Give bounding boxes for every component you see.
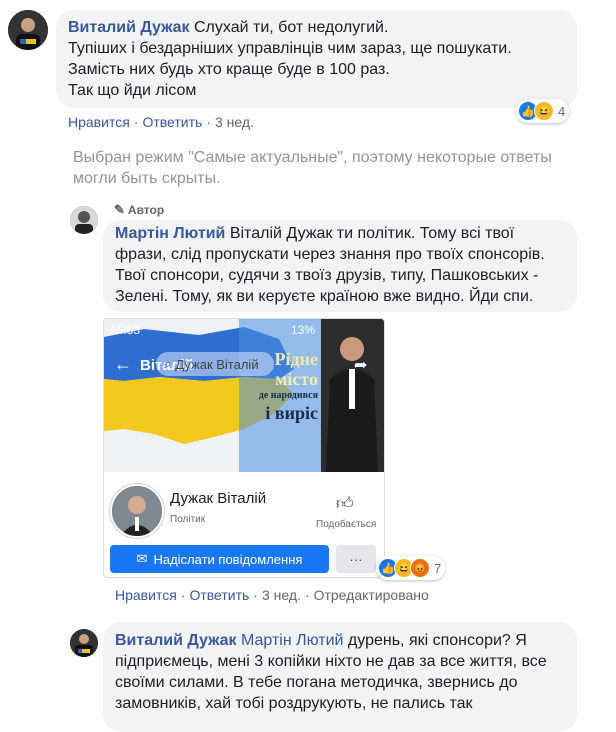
pencil-icon: ✎ — [114, 202, 125, 217]
like-link[interactable]: Нравится — [115, 587, 177, 603]
banner-text: Рідне місто де народився і виріс — [254, 349, 318, 423]
search-icon: ⌕ — [164, 356, 172, 371]
reaction-count: 7 — [434, 560, 442, 576]
comment-actions: Нравится · Ответить · 3 нед. · Отредакти… — [115, 587, 429, 603]
send-message-button[interactable]: ✉ Надіслати повідомлення — [110, 545, 329, 573]
comment-body: Виталий Дужак Мартін Лютий дурень, які с… — [115, 630, 575, 714]
banner-line: і виріс — [265, 403, 318, 423]
search-text: Дужак Віталій — [175, 356, 259, 372]
comment-line: своїми силами. В тебе погана методичка, … — [115, 674, 518, 691]
banner-line: де народився — [258, 390, 318, 401]
status-bar: 15:53 13% — [104, 319, 321, 341]
reaction-summary[interactable]: 👍 😆 4 — [516, 99, 570, 123]
comment-line: фрази, слід пропускати через знання про … — [115, 246, 545, 263]
reply-link[interactable]: Ответить — [142, 114, 202, 130]
timestamp[interactable]: 3 нед. — [215, 114, 254, 130]
separator: · — [206, 114, 211, 130]
profile-photo-image — [112, 486, 162, 536]
author-badge: ✎ Автор — [114, 202, 164, 218]
timestamp[interactable]: 3 нед. — [262, 587, 301, 603]
avatar-photo — [70, 629, 98, 657]
separator: · — [304, 587, 310, 603]
send-message-label: Надіслати повідомлення — [153, 551, 303, 567]
comment-author[interactable]: Виталий Дужак — [115, 632, 237, 649]
comment-line: Зелені. Тому, як ви керуєте країною вже … — [115, 288, 534, 305]
mention-link[interactable]: Мартін Лютий — [241, 632, 343, 649]
banner-line: місто — [275, 369, 318, 389]
comment-body: Мартін Лютий Віталій Дужак ти політик. Т… — [115, 223, 575, 307]
separator: · — [180, 587, 186, 603]
comment-line: дурень, які спонсори? Я — [347, 632, 527, 649]
comment-actions: Нравится · Ответить · 3 нед. — [68, 114, 254, 130]
avatar[interactable] — [70, 206, 98, 234]
comment-bubble: Виталий Дужак Мартін Лютий дурень, які с… — [103, 622, 577, 732]
reaction-summary[interactable]: 👍 😆 😡 7 — [376, 556, 446, 580]
banner-line: Рідне — [274, 349, 318, 369]
share-icon[interactable]: ➦ — [354, 355, 367, 375]
comment-line: замовників, хай тобі роздрукують, не пал… — [115, 695, 473, 712]
reaction-count: 4 — [558, 103, 566, 119]
comment-line: Так що йди лісом — [68, 82, 197, 99]
haha-icon: 😆 — [534, 101, 554, 121]
cover-banner: 15:53 13% ← Віталій ⌕ Дужак Віталій ➦ Рі… — [104, 319, 384, 472]
comment-body: Виталий Дужак Слухай ти, бот недолугий. … — [68, 17, 568, 101]
comment-bubble: Мартін Лютий Віталій Дужак ти політик. Т… — [103, 220, 577, 312]
profile-role: Політик — [170, 514, 206, 525]
avatar[interactable] — [8, 10, 48, 50]
avatar-photo — [8, 10, 48, 50]
filter-notice: Выбран режим "Самые актуальные", поэтому… — [73, 147, 593, 189]
comment-line: Слухай ти, бот недолугий. — [194, 19, 389, 36]
comment-line: Віталій Дужак ти політик. Тому всі твої — [229, 225, 515, 242]
avatar[interactable] — [70, 629, 98, 657]
profile-name: Дужак Віталій — [170, 490, 267, 507]
comment-line: підприємець, мені 3 копійки ніхто не дав… — [115, 653, 547, 670]
comment-author[interactable]: Виталий Дужак — [68, 19, 190, 36]
comment-line: Твої спонсори, судячи з твоїз друзів, ти… — [115, 267, 539, 284]
notice-line: могли быть скрыты. — [73, 170, 221, 187]
messenger-icon: ✉ — [136, 551, 148, 566]
attached-screenshot[interactable]: 15:53 13% ← Віталій ⌕ Дужак Віталій ➦ Рі… — [103, 318, 385, 578]
like-page-icon[interactable]: 👍︎ — [336, 493, 354, 514]
separator: · — [253, 587, 258, 603]
more-button[interactable]: ··· — [336, 545, 376, 573]
status-battery: 13% — [290, 323, 315, 337]
notice-line: Выбран режим "Самые актуальные", поэтому… — [73, 149, 552, 166]
back-arrow-icon[interactable]: ← — [114, 354, 132, 375]
ukraine-map — [104, 319, 384, 472]
angry-icon: 😡 — [410, 558, 430, 578]
separator: · — [133, 114, 139, 130]
comment-bubble: Виталий Дужак Слухай ти, бот недолугий. … — [56, 10, 577, 108]
edited-label[interactable]: Отредактировано — [314, 587, 429, 603]
comment-line: Замість них будь хто краще буде в 100 ра… — [68, 61, 390, 78]
status-time: 15:53 — [110, 323, 141, 337]
avatar-photo — [70, 206, 98, 234]
author-badge-label: Автор — [127, 203, 165, 217]
reply-link[interactable]: Ответить — [189, 587, 249, 603]
like-page-label[interactable]: Подобається — [316, 519, 376, 530]
comment-line: Тупіших і бездарніших управлінців чим за… — [68, 40, 512, 57]
like-link[interactable]: Нравится — [68, 114, 130, 130]
comment-author[interactable]: Мартін Лютий — [115, 225, 225, 242]
profile-photo — [110, 484, 164, 538]
